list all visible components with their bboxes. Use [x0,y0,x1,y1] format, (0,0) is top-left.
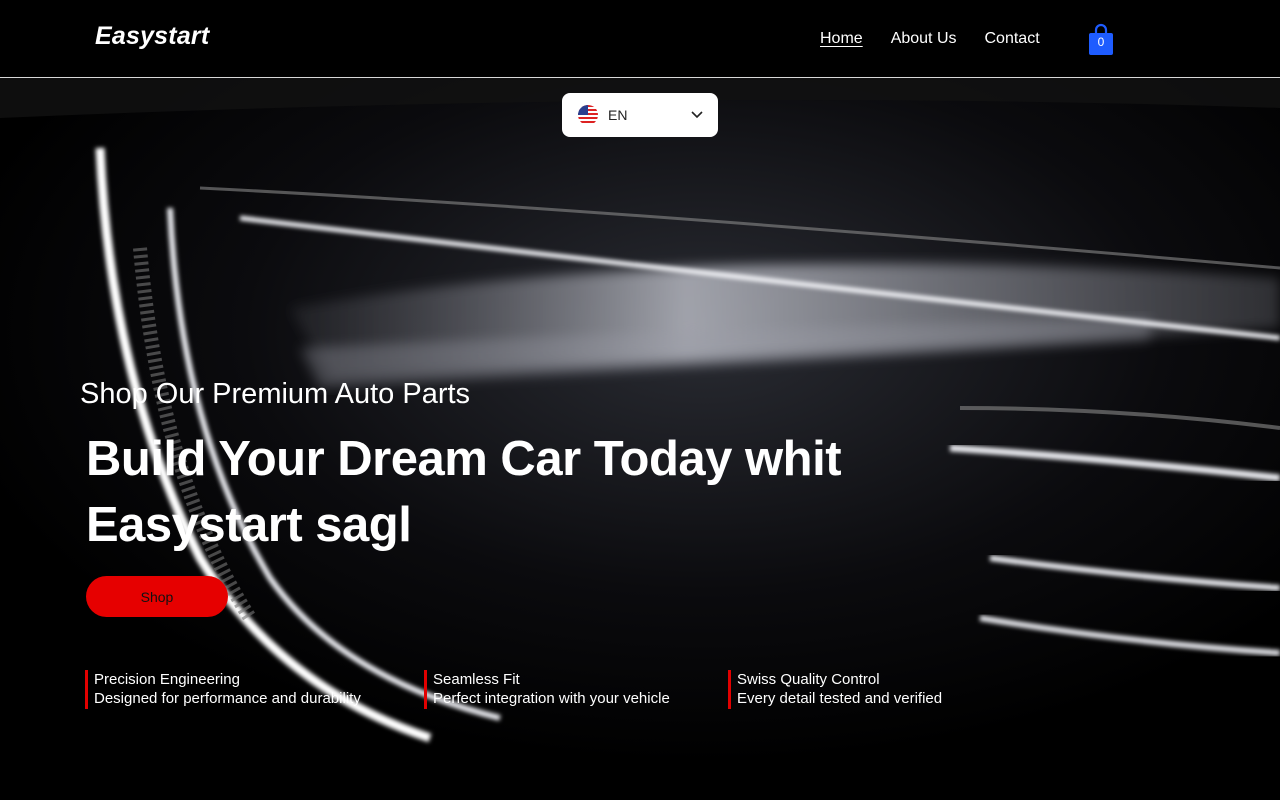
hero-subtitle: Shop Our Premium Auto Parts [80,378,471,410]
site-logo[interactable]: Easystart [95,22,209,51]
hero-headline: Build Your Dream Car Today whit Easystar… [86,426,946,558]
hero-headline-line1: Build Your Dream Car Today whit [86,432,842,486]
cart-count: 0 [1097,35,1105,49]
feature-title: Precision Engineering [94,671,240,688]
feature-title: Seamless Fit [433,671,520,688]
nav-home[interactable]: Home [820,30,863,48]
language-selector[interactable]: EN [562,93,718,137]
shop-button[interactable]: Shop [86,576,228,617]
feature-precision-engineering: Precision Engineering Designed for perfo… [85,670,361,709]
main-nav: Home About Us Contact [820,30,1040,48]
feature-description: Perfect integration with your vehicle [433,690,670,707]
language-code: EN [608,107,628,123]
feature-description: Every detail tested and verified [737,690,943,707]
us-flag-icon [578,105,598,125]
cart-button[interactable]: 0 [1088,22,1114,56]
hero-headline-line2: Easystart sagl [86,498,412,552]
site-header: Easystart Home About Us Contact 0 [0,0,1280,78]
feature-description: Designed for performance and durability [94,690,361,707]
nav-about-us[interactable]: About Us [891,30,957,48]
chevron-down-icon [691,111,703,119]
feature-title: Swiss Quality Control [737,671,880,688]
feature-seamless-fit: Seamless Fit Perfect integration with yo… [424,670,670,709]
feature-swiss-quality-control: Swiss Quality Control Every detail teste… [728,670,942,709]
nav-contact[interactable]: Contact [985,30,1040,48]
